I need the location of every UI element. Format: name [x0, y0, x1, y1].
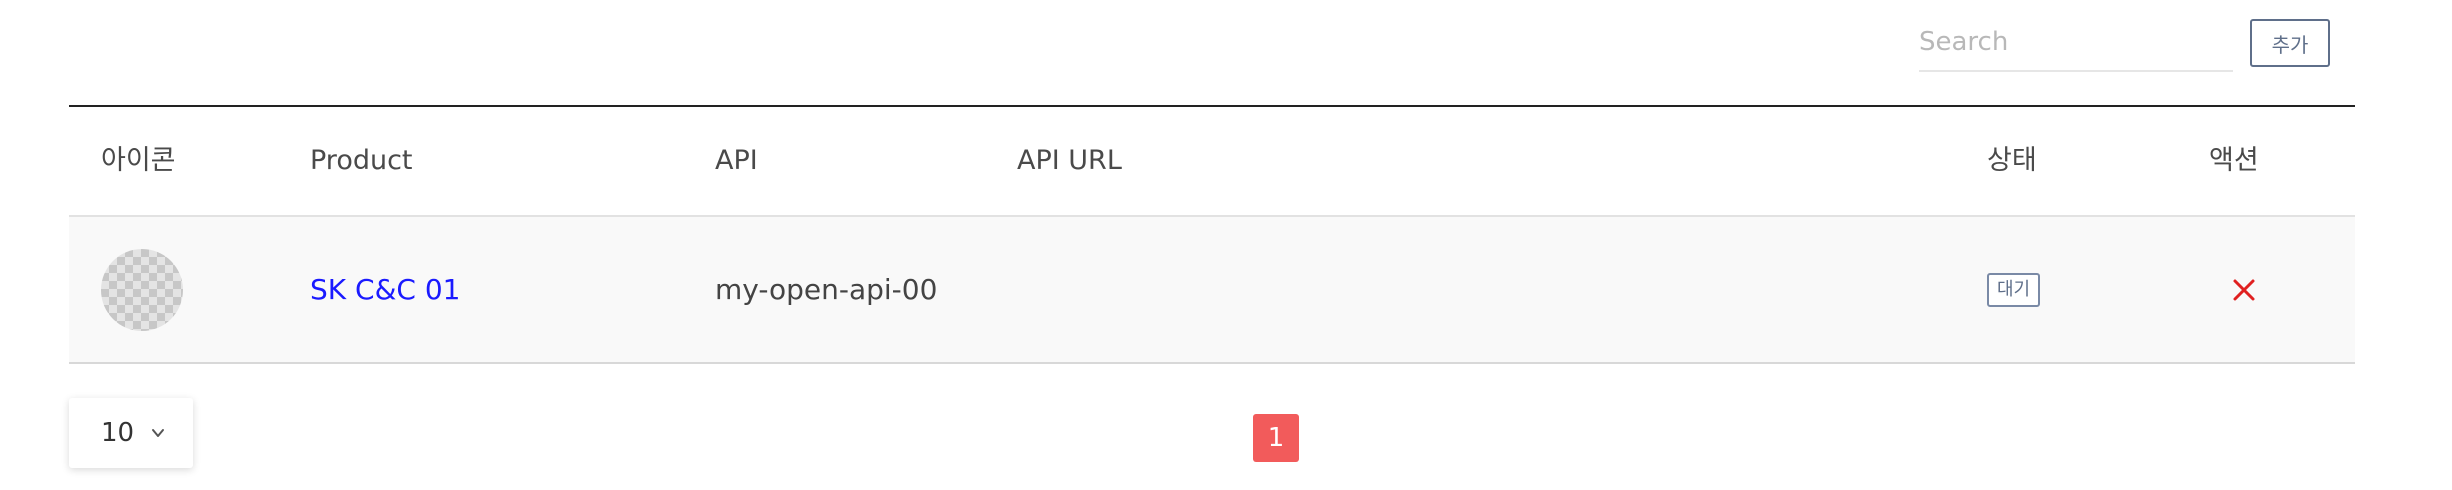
api-table: 아이콘 Product API API URL 상태 액션 SK C&C 01 … [69, 105, 2355, 364]
add-button[interactable]: 추가 [2250, 19, 2330, 67]
search-field [1919, 18, 2233, 72]
column-header-api: API [715, 145, 758, 176]
table-header: 아이콘 Product API API URL 상태 액션 [69, 107, 2355, 217]
column-header-api-url: API URL [1017, 145, 1122, 176]
chevron-down-icon [152, 429, 165, 437]
table-row: SK C&C 01 my-open-api-00 대기 [69, 217, 2355, 364]
api-cell: my-open-api-00 [715, 273, 938, 306]
product-link[interactable]: SK C&C 01 [310, 273, 461, 306]
page-size-select[interactable]: 10 [69, 398, 193, 468]
close-icon[interactable] [2229, 275, 2259, 305]
search-input[interactable] [1919, 18, 2233, 66]
status-badge: 대기 [1987, 273, 2041, 307]
column-header-action: 액션 [2209, 145, 2259, 176]
column-header-status: 상태 [1987, 145, 2037, 176]
pagination-page-button[interactable]: 1 [1253, 414, 1299, 462]
column-header-product: Product [310, 145, 413, 176]
product-cell: SK C&C 01 [310, 217, 461, 362]
page-size-value: 10 [101, 418, 135, 448]
column-header-icon: 아이콘 [101, 145, 176, 176]
api-list-page: 추가 아이콘 Product API API URL 상태 액션 SK C&C … [0, 0, 2452, 490]
placeholder-avatar-icon [101, 249, 183, 331]
